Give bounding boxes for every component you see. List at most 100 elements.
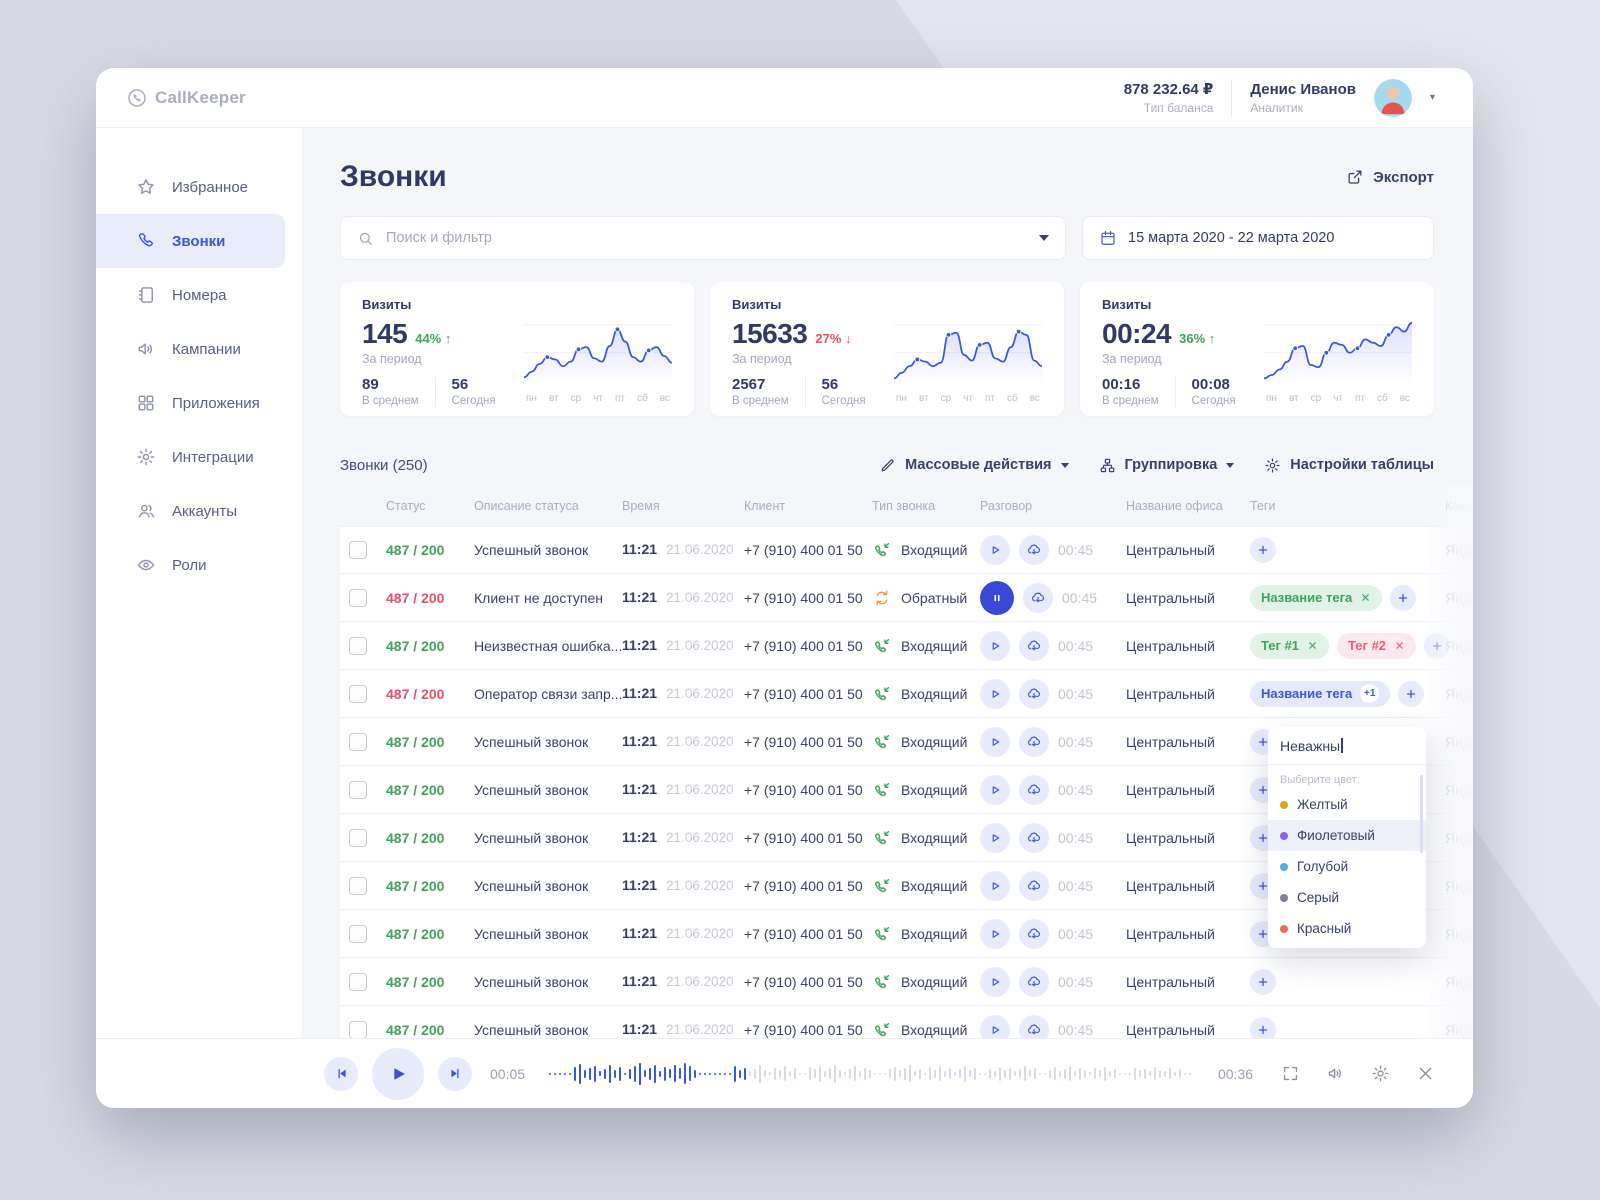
user-menu-caret-icon[interactable]: ▾ bbox=[1430, 92, 1435, 103]
download-record-button[interactable] bbox=[1019, 775, 1049, 805]
play-record-button[interactable] bbox=[980, 775, 1010, 805]
row-checkbox[interactable] bbox=[349, 541, 367, 559]
color-option[interactable]: Серый bbox=[1268, 882, 1426, 913]
export-button[interactable]: Экспорт bbox=[1346, 168, 1434, 186]
download-record-button[interactable] bbox=[1019, 871, 1049, 901]
sidebar-item-numbers[interactable]: Номера bbox=[96, 268, 302, 322]
search-filter-box[interactable] bbox=[340, 216, 1066, 260]
play-record-button[interactable] bbox=[980, 871, 1010, 901]
download-record-button[interactable] bbox=[1019, 823, 1049, 853]
bulk-actions-button[interactable]: Массовые действия bbox=[879, 457, 1068, 474]
download-record-button[interactable] bbox=[1019, 919, 1049, 949]
play-record-button[interactable] bbox=[980, 631, 1010, 661]
card-change: 27% ↓ bbox=[815, 331, 851, 346]
color-option[interactable]: Фиолетовый bbox=[1268, 820, 1426, 851]
call-type-label: Входящий bbox=[901, 782, 967, 798]
volume-icon[interactable] bbox=[1326, 1064, 1345, 1083]
download-record-button[interactable] bbox=[1019, 1015, 1049, 1039]
settings-icon[interactable] bbox=[1371, 1064, 1390, 1083]
tag-pill[interactable]: Тег #2 bbox=[1337, 633, 1416, 659]
add-tag-button[interactable] bbox=[1390, 585, 1416, 611]
color-option[interactable]: Красный bbox=[1268, 913, 1426, 944]
sidebar-item-accounts[interactable]: Аккаунты bbox=[96, 484, 302, 538]
play-record-button[interactable] bbox=[980, 535, 1010, 565]
waveform-bar bbox=[584, 1070, 586, 1078]
search-input[interactable] bbox=[384, 229, 1029, 247]
sidebar-item-campaigns[interactable]: Кампании bbox=[96, 322, 302, 376]
row-checkbox[interactable] bbox=[349, 877, 367, 895]
table-settings-button[interactable]: Настройки таблицы bbox=[1264, 457, 1434, 474]
skip-back-button[interactable] bbox=[324, 1057, 358, 1091]
sidebar-item-calls[interactable]: Звонки bbox=[96, 214, 285, 268]
add-tag-button[interactable] bbox=[1250, 537, 1276, 563]
row-checkbox[interactable] bbox=[349, 685, 367, 703]
waveform-bar bbox=[934, 1070, 936, 1078]
row-checkbox[interactable] bbox=[349, 637, 367, 655]
row-checkbox[interactable] bbox=[349, 781, 367, 799]
row-checkbox[interactable] bbox=[349, 829, 367, 847]
color-option[interactable]: Голубой bbox=[1268, 851, 1426, 882]
download-record-button[interactable] bbox=[1019, 727, 1049, 757]
tag-pill[interactable]: Тег #1 bbox=[1250, 633, 1329, 659]
grid-icon bbox=[136, 393, 156, 413]
play-record-button[interactable] bbox=[980, 1015, 1010, 1039]
add-tag-button[interactable] bbox=[1250, 1017, 1276, 1039]
office-name: Центральный bbox=[1126, 926, 1250, 942]
download-record-button[interactable] bbox=[1019, 631, 1049, 661]
waveform[interactable] bbox=[549, 1058, 1194, 1090]
waveform-bar bbox=[654, 1065, 656, 1083]
chevron-down-icon[interactable] bbox=[1039, 235, 1049, 241]
play-button[interactable] bbox=[372, 1048, 424, 1100]
row-checkbox[interactable] bbox=[349, 973, 367, 991]
record-duration: 00:45 bbox=[1058, 638, 1093, 654]
play-record-button[interactable] bbox=[980, 967, 1010, 997]
waveform-bar bbox=[1164, 1071, 1166, 1077]
play-record-button[interactable] bbox=[980, 823, 1010, 853]
download-record-button[interactable] bbox=[1019, 535, 1049, 565]
add-tag-button[interactable] bbox=[1250, 969, 1276, 995]
stat-card: Визиты14544% ↑За период89В среднем56Сего… bbox=[340, 282, 694, 416]
sidebar-item-roles[interactable]: Роли bbox=[96, 538, 302, 592]
dropdown-scrollbar[interactable] bbox=[1420, 775, 1423, 853]
page-title: Звонки bbox=[340, 160, 447, 194]
card-avg-label: В среднем bbox=[1102, 395, 1159, 407]
download-record-button[interactable] bbox=[1023, 583, 1053, 613]
tag-pill[interactable]: Название тега bbox=[1250, 585, 1382, 611]
sidebar-item-favorites[interactable]: Избранное bbox=[96, 160, 302, 214]
grouping-button[interactable]: Группировка bbox=[1099, 457, 1235, 474]
date-range-picker[interactable]: 15 марта 2020 - 22 марта 2020 bbox=[1082, 216, 1434, 260]
download-record-button[interactable] bbox=[1019, 679, 1049, 709]
remove-tag-icon[interactable] bbox=[1360, 592, 1371, 603]
play-record-button[interactable] bbox=[980, 919, 1010, 949]
add-tag-button[interactable] bbox=[1398, 681, 1424, 707]
pause-button[interactable] bbox=[980, 581, 1014, 615]
play-record-button[interactable] bbox=[980, 679, 1010, 709]
phone-icon bbox=[136, 231, 156, 251]
tag-search-input[interactable]: Неважны bbox=[1268, 727, 1426, 765]
fullscreen-icon[interactable] bbox=[1281, 1064, 1300, 1083]
remove-tag-icon[interactable] bbox=[1394, 640, 1405, 651]
sidebar-item-integrations[interactable]: Интеграции bbox=[96, 430, 302, 484]
status-code: 487 / 200 bbox=[386, 638, 474, 654]
close-icon[interactable] bbox=[1416, 1064, 1435, 1083]
skip-forward-button[interactable] bbox=[438, 1057, 472, 1091]
sidebar-item-apps[interactable]: Приложения bbox=[96, 376, 302, 430]
color-option[interactable]: Желтый bbox=[1268, 789, 1426, 820]
waveform-bar bbox=[574, 1067, 576, 1081]
row-checkbox[interactable] bbox=[349, 1021, 367, 1039]
play-record-button[interactable] bbox=[980, 727, 1010, 757]
card-avg-value: 2567 bbox=[732, 376, 789, 393]
waveform-bar bbox=[1084, 1070, 1086, 1078]
avatar[interactable] bbox=[1374, 79, 1412, 117]
tag-pill[interactable]: Название тега+1 bbox=[1250, 681, 1390, 707]
remove-tag-icon[interactable] bbox=[1307, 640, 1318, 651]
row-checkbox[interactable] bbox=[349, 589, 367, 607]
waveform-bar bbox=[774, 1068, 776, 1080]
download-record-button[interactable] bbox=[1019, 967, 1049, 997]
row-checkbox[interactable] bbox=[349, 925, 367, 943]
star-icon bbox=[136, 177, 156, 197]
waveform-bar bbox=[609, 1065, 611, 1083]
tag-label: Название тега bbox=[1261, 590, 1352, 605]
row-checkbox[interactable] bbox=[349, 733, 367, 751]
status-code: 487 / 200 bbox=[386, 542, 474, 558]
